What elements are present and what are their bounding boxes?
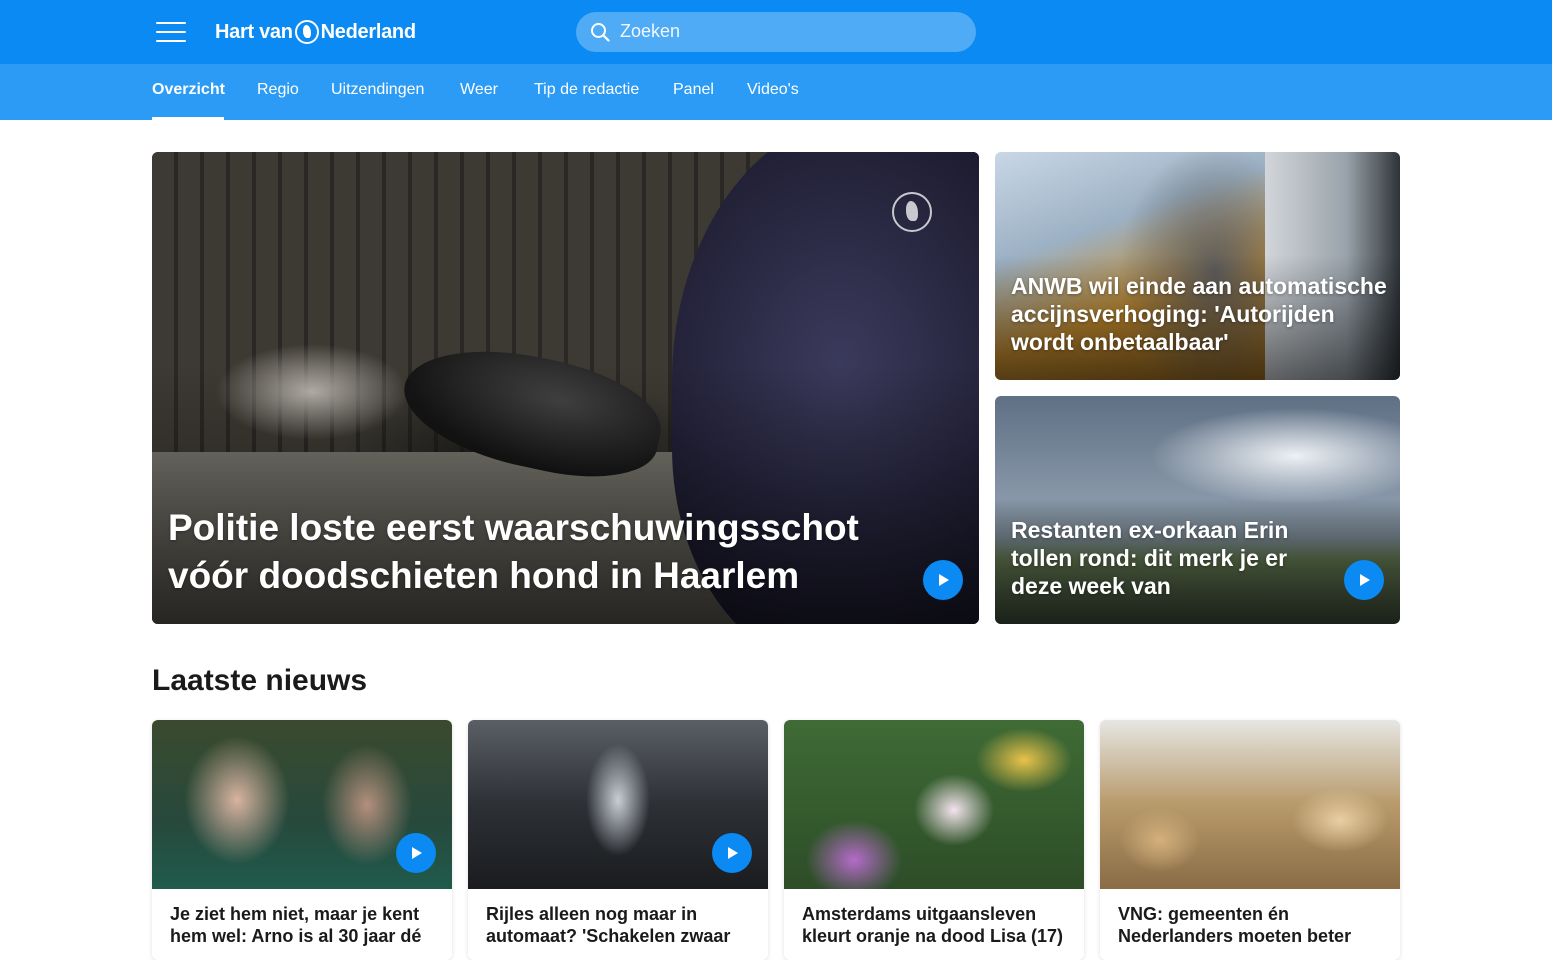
hero-main-title: Politie loste eerst waarschuwingsschot v… [168, 507, 859, 596]
search-icon [591, 23, 610, 42]
search-input[interactable]: Zoeken [576, 12, 976, 52]
hero-side-bottom-card[interactable]: Restanten ex-orkaan Erin tollen rond: di… [995, 396, 1400, 624]
section-title-latest: Laatste nieuws [152, 664, 368, 697]
news-title: VNG: gemeenten én Nederlanders moeten be… [1118, 904, 1352, 946]
hero-side-top-card[interactable]: ANWB wil einde aan automatische accijnsv… [995, 152, 1400, 380]
play-icon[interactable] [923, 560, 963, 600]
nav-item-videos[interactable]: Video's [747, 81, 799, 99]
menu-icon[interactable] [156, 20, 188, 44]
news-card[interactable]: Je ziet hem niet, maar je kent hem wel: … [152, 720, 452, 960]
news-title: Je ziet hem niet, maar je kent hem wel: … [170, 904, 422, 946]
nav-active-indicator [152, 117, 224, 120]
news-title: Amsterdams uitgaansleven kleurt oranje n… [802, 904, 1064, 946]
logo-text-left: Hart van [215, 20, 293, 43]
nav-item-panel[interactable]: Panel [673, 81, 714, 99]
logo-mark-icon [294, 20, 319, 44]
hero-main-card[interactable]: Politie loste eerst waarschuwingsschot v… [152, 152, 979, 624]
play-icon[interactable] [712, 833, 752, 873]
news-card[interactable]: Amsterdams uitgaansleven kleurt oranje n… [784, 720, 1084, 960]
news-card[interactable]: VNG: gemeenten én Nederlanders moeten be… [1100, 720, 1400, 960]
news-thumbnail [1100, 720, 1400, 889]
nav-item-regio[interactable]: Regio [257, 81, 299, 99]
search-placeholder: Zoeken [620, 21, 681, 41]
play-icon[interactable] [1344, 560, 1384, 600]
nav-item-weer[interactable]: Weer [460, 81, 498, 99]
site-logo[interactable]: Hart van Nederland [215, 18, 416, 46]
hero-side-top-title: ANWB wil einde aan automatische accijnsv… [1011, 273, 1387, 355]
hero-side-bottom-title: Restanten ex-orkaan Erin tollen rond: di… [1011, 517, 1289, 599]
news-thumbnail [784, 720, 1084, 889]
play-icon[interactable] [396, 833, 436, 873]
logo-text-right: Nederland [320, 20, 416, 43]
news-card[interactable]: Rijles alleen nog maar in automaat? 'Sch… [468, 720, 768, 960]
news-title: Rijles alleen nog maar in automaat? 'Sch… [486, 904, 731, 946]
nav-item-uitzendingen[interactable]: Uitzendingen [331, 81, 424, 99]
nav-item-overzicht[interactable]: Overzicht [152, 81, 225, 99]
top-bar: Hart van Nederland Zoeken [0, 0, 1552, 64]
main-nav: Overzicht Regio Uitzendingen Weer Tip de… [0, 64, 1552, 120]
nav-item-tip-de-redactie[interactable]: Tip de redactie [534, 81, 639, 99]
